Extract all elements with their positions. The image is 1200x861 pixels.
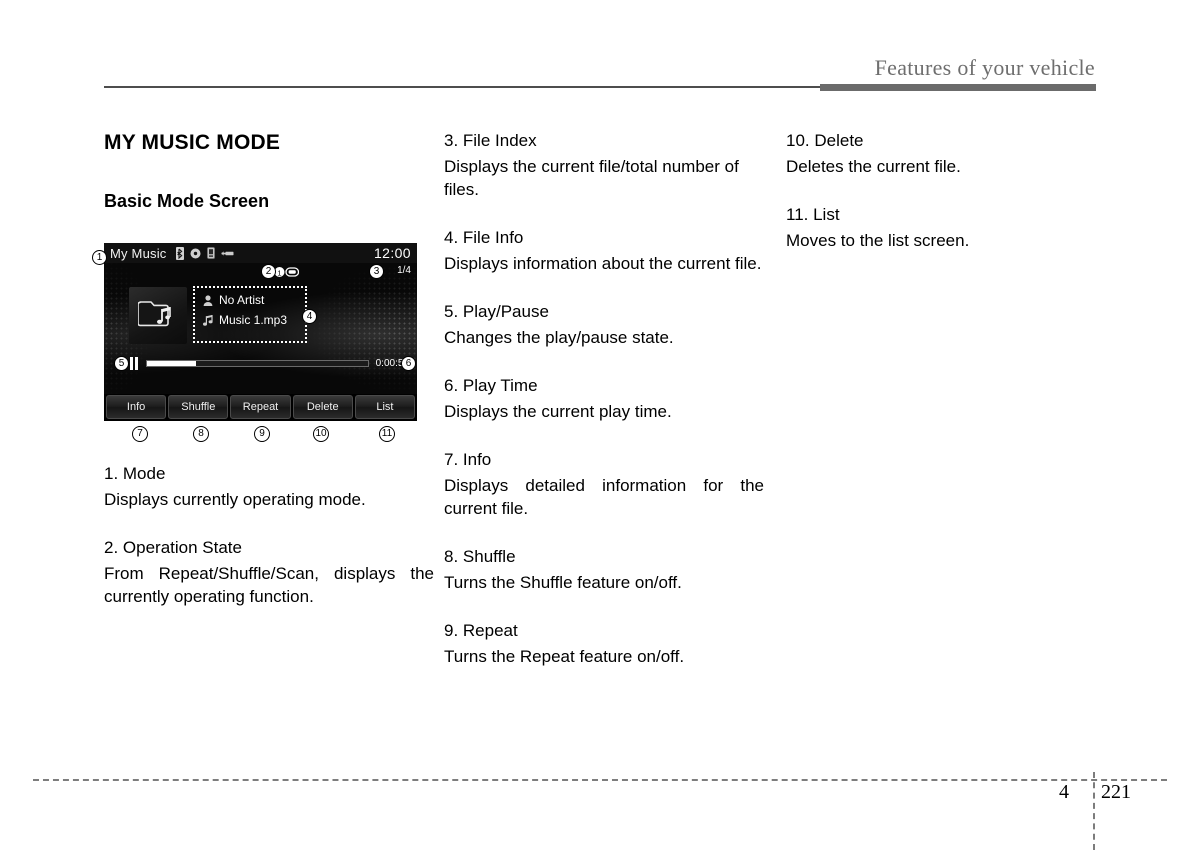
item-body: From Repeat/Shuffle/Scan, displays the c… — [104, 564, 434, 606]
callout-10: 10 — [313, 426, 329, 442]
callout-2: 2 — [261, 264, 276, 279]
status-bar: My Music 12:00 — [104, 243, 417, 263]
footer-divider — [33, 779, 1167, 781]
item-body: Deletes the current file. — [786, 157, 961, 176]
progress-fill — [147, 360, 196, 366]
section-subtitle: Basic Mode Screen — [104, 191, 270, 211]
callout-3: 3 — [369, 264, 384, 279]
playback-row: 0:00:50 — [104, 353, 417, 373]
track-name: Music 1.mp3 — [219, 313, 288, 327]
info-button[interactable]: Info — [106, 395, 167, 419]
item-title: 10. Delete — [786, 131, 864, 150]
svg-text:1: 1 — [277, 268, 281, 277]
item-body: Changes the play/pause state. — [444, 328, 674, 347]
list-item: 7. Info Displays detailed information fo… — [444, 449, 764, 520]
list-item: 1. Mode Displays currently operating mod… — [104, 463, 434, 511]
bluetooth-icon — [175, 246, 184, 260]
screen-halftone-right — [307, 261, 417, 395]
album-art — [129, 287, 187, 344]
callout-1: 1 — [92, 250, 107, 265]
callout-11: 11 — [379, 426, 395, 442]
repeat-one-icon: 1 — [274, 265, 300, 283]
list-item: 11. List Moves to the list screen. — [786, 204, 1106, 252]
file-index: 1/4 — [397, 265, 411, 276]
item-title: 3. File Index — [444, 131, 537, 150]
header-title: Features of your vehicle — [874, 55, 1095, 80]
item-title: 2. Operation State — [104, 538, 242, 557]
chapter-number: 4 — [1059, 781, 1069, 803]
header-rule-thick — [820, 84, 1096, 91]
list-item: 4. File Info Displays information about … — [444, 227, 764, 275]
device-icon — [206, 247, 215, 259]
item-body: Displays the current file/total number o… — [444, 157, 739, 199]
item-body: Displays detailed information for the cu… — [444, 476, 764, 518]
right-column: 10. Delete Deletes the current file. 11.… — [786, 130, 1106, 278]
pause-icon[interactable] — [130, 356, 138, 370]
disc-icon — [190, 248, 201, 259]
item-body: Moves to the list screen. — [786, 231, 970, 250]
item-title: 5. Play/Pause — [444, 302, 549, 321]
usb-plug-icon — [220, 249, 234, 258]
list-button[interactable]: List — [354, 395, 416, 419]
callout-5: 5 — [114, 356, 129, 371]
mode-label: My Music — [110, 245, 167, 261]
item-title: 7. Info — [444, 450, 492, 469]
folder-music-icon — [137, 296, 178, 335]
infotainment-figure: My Music 12:00 1 1/4 No Artist Music 1.m… — [92, 243, 417, 442]
list-item: 10. Delete Deletes the current file. — [786, 130, 1106, 178]
repeat-button[interactable]: Repeat — [230, 395, 291, 419]
page-number: 221 — [1101, 781, 1131, 803]
callout-8: 8 — [193, 426, 209, 442]
item-body: Turns the Shuffle feature on/off. — [444, 573, 682, 592]
item-body: Turns the Repeat feature on/off. — [444, 647, 685, 666]
callout-7: 7 — [132, 426, 148, 442]
page-title: MY MUSIC MODE — [104, 131, 281, 154]
page-header: Features of your vehicle — [0, 0, 1200, 100]
item-title: 1. Mode — [104, 464, 166, 483]
item-title: 9. Repeat — [444, 621, 518, 640]
list-item: 6. Play Time Displays the current play t… — [444, 375, 764, 423]
middle-column: 3. File Index Displays the current file/… — [444, 130, 764, 694]
delete-button[interactable]: Delete — [292, 395, 353, 419]
music-note-icon — [201, 314, 215, 326]
item-title: 4. File Info — [444, 228, 524, 247]
screen-button-bar: Info Shuffle Repeat Delete List — [104, 394, 417, 421]
shuffle-button[interactable]: Shuffle — [168, 395, 229, 419]
item-body: Displays information about the current f… — [444, 254, 762, 273]
list-item: 5. Play/Pause Changes the play/pause sta… — [444, 301, 764, 349]
callout-9: 9 — [254, 426, 270, 442]
item-title: 6. Play Time — [444, 376, 538, 395]
list-item: 3. File Index Displays the current file/… — [444, 130, 764, 201]
callout-6: 6 — [401, 356, 416, 371]
artist-name: No Artist — [219, 293, 265, 307]
clock-time: 12:00 — [373, 245, 411, 261]
track-line: Music 1.mp3 — [201, 313, 301, 327]
list-item: 8. Shuffle Turns the Shuffle feature on/… — [444, 546, 764, 594]
list-item: 9. Repeat Turns the Repeat feature on/of… — [444, 620, 764, 668]
progress-bar[interactable] — [146, 359, 369, 367]
footer-vertical-divider — [1093, 772, 1095, 850]
file-info-box: No Artist Music 1.mp3 — [193, 286, 307, 343]
list-item: 2. Operation State From Repeat/Shuffle/S… — [104, 537, 434, 608]
item-title: 8. Shuffle — [444, 547, 516, 566]
item-body: Displays the current play time. — [444, 402, 672, 421]
callout-4: 4 — [302, 309, 317, 324]
artist-line: No Artist — [201, 293, 301, 307]
item-title: 11. List — [786, 205, 840, 224]
person-icon — [201, 294, 215, 306]
item-body: Displays currently operating mode. — [104, 490, 366, 509]
